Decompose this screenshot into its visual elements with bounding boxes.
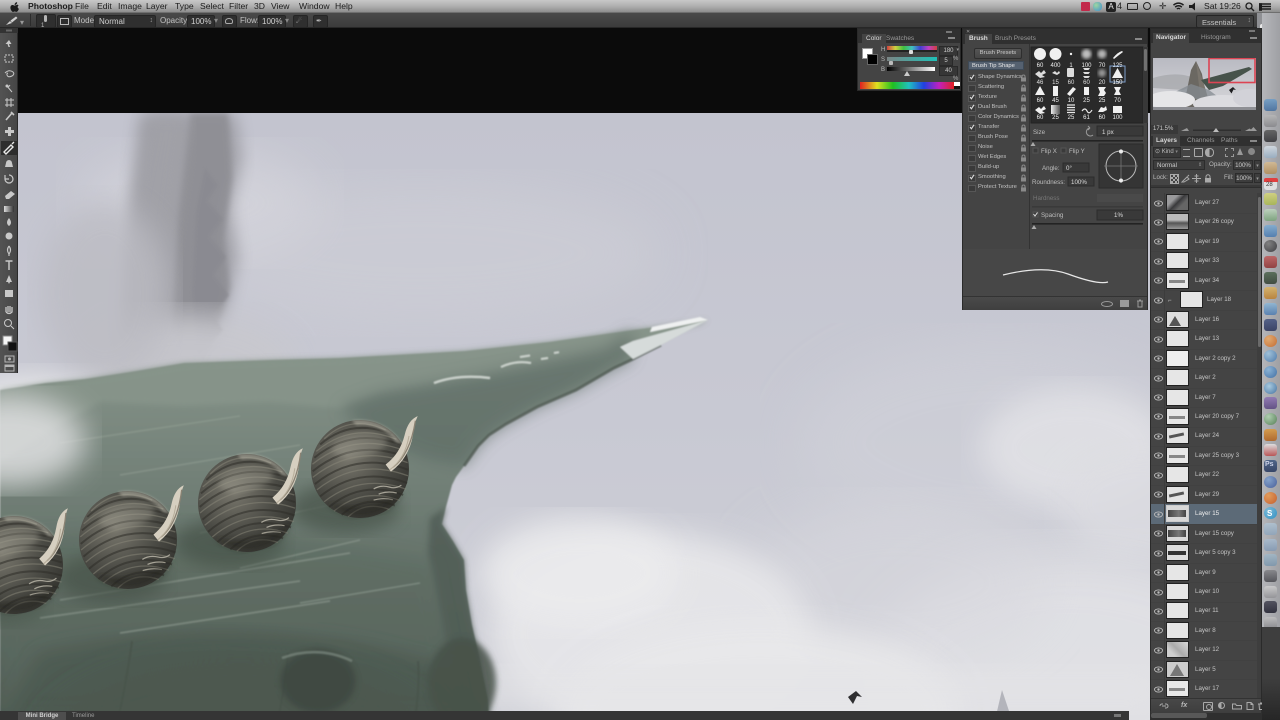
svg-text:Roundness:: Roundness: — [1032, 179, 1065, 186]
svg-text:60: 60 — [1037, 63, 1044, 69]
svg-text:0°: 0° — [1066, 165, 1072, 172]
svg-text:25: 25 — [1083, 98, 1090, 104]
svg-text:60: 60 — [1083, 80, 1090, 86]
svg-text:10: 10 — [1068, 98, 1075, 104]
svg-text:Angle:: Angle: — [1042, 165, 1060, 172]
svg-text:20: 20 — [1099, 80, 1106, 86]
svg-text:60: 60 — [1037, 115, 1044, 121]
svg-text:Flip X: Flip X — [1041, 148, 1057, 155]
svg-text:45: 45 — [1052, 98, 1059, 104]
svg-text:46: 46 — [1037, 80, 1044, 86]
svg-text:Flip Y: Flip Y — [1069, 148, 1085, 155]
svg-text:60: 60 — [1099, 115, 1106, 121]
svg-text:1%: 1% — [1114, 212, 1123, 219]
svg-text:25: 25 — [1052, 115, 1059, 121]
svg-text:Hardness: Hardness — [1033, 195, 1059, 202]
svg-text:150: 150 — [1112, 80, 1123, 86]
svg-text:Spacing: Spacing — [1041, 212, 1064, 219]
svg-text:15: 15 — [1052, 80, 1059, 86]
svg-text:70: 70 — [1099, 63, 1106, 69]
svg-text:1 px: 1 px — [1102, 129, 1115, 136]
svg-text:60: 60 — [1037, 98, 1044, 104]
svg-text:25: 25 — [1099, 98, 1106, 104]
svg-text:25: 25 — [1068, 115, 1075, 121]
svg-text:100: 100 — [1112, 115, 1123, 121]
svg-text:70: 70 — [1114, 98, 1121, 104]
svg-text:100%: 100% — [1071, 179, 1087, 186]
svg-text:Size: Size — [1033, 129, 1046, 136]
svg-text:61: 61 — [1083, 115, 1090, 121]
svg-text:60: 60 — [1068, 80, 1075, 86]
svg-text:400: 400 — [1050, 63, 1061, 69]
